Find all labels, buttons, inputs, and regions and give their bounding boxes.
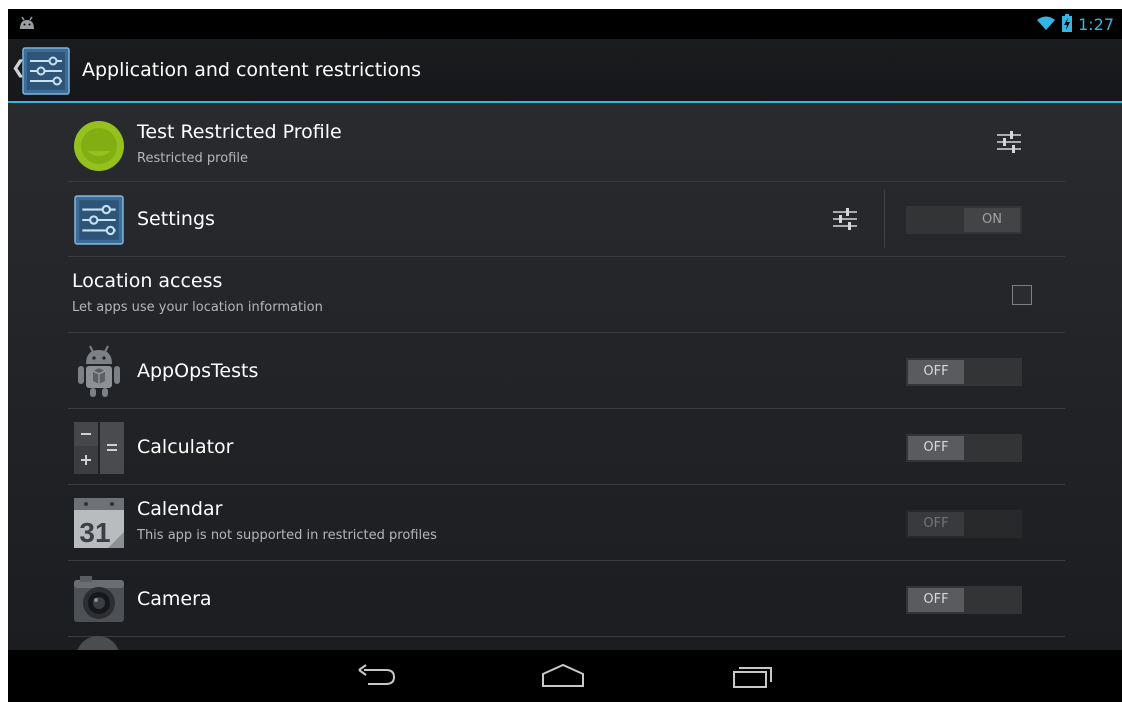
app-toggle-switch[interactable]: ON (906, 206, 1022, 234)
back-icon[interactable] (356, 662, 398, 694)
navigation-bar (8, 650, 1122, 702)
calendar-icon: 31 (74, 498, 124, 552)
app-row-calculator[interactable]: Calculator OFF (68, 410, 1065, 485)
location-checkbox[interactable] (1012, 285, 1032, 305)
profile-name: Test Restricted Profile (137, 121, 342, 143)
settings-sliders-icon[interactable] (22, 47, 70, 99)
app-row-camera[interactable]: Camera OFF (68, 562, 1065, 637)
calculator-icon (74, 422, 124, 478)
app-toggle-switch[interactable]: OFF (906, 358, 1022, 386)
switch-thumb-label: OFF (908, 436, 964, 460)
android-notification-icon (18, 15, 36, 34)
android-robot-icon (74, 344, 124, 402)
device-screen: 1:27 ❮ Application and content restricti… (8, 9, 1122, 702)
switch-thumb-label: OFF (908, 360, 964, 384)
settings-app-icon (74, 195, 124, 249)
app-toggle-switch: OFF (906, 510, 1022, 538)
app-toggle-switch[interactable]: OFF (906, 586, 1022, 614)
location-summary: Let apps use your location information (72, 300, 323, 315)
switch-thumb-label: ON (964, 208, 1020, 232)
app-row-appopstests[interactable]: AppOpsTests OFF (68, 334, 1065, 409)
page-title: Application and content restrictions (82, 59, 422, 81)
profile-summary: Restricted profile (137, 151, 248, 166)
location-title: Location access (72, 270, 223, 292)
switch-thumb-label: OFF (908, 588, 964, 612)
app-label: Camera (137, 588, 212, 610)
divider (884, 190, 885, 248)
app-label: Calculator (137, 436, 234, 458)
profile-row[interactable]: Test Restricted Profile Restricted profi… (68, 109, 1065, 182)
next-app-icon (76, 636, 120, 650)
app-row-calendar[interactable]: 31 Calendar This app is not supported in… (68, 486, 1065, 561)
app-label: Calendar (137, 498, 223, 520)
app-label: AppOpsTests (137, 360, 259, 382)
wifi-icon (1036, 15, 1056, 35)
app-summary: This app is not supported in restricted … (137, 528, 437, 543)
app-toggle-switch[interactable]: OFF (906, 434, 1022, 462)
app-label: Settings (137, 208, 215, 230)
action-bar: ❮ Application and content restrictions (8, 39, 1122, 101)
camera-icon (74, 576, 124, 626)
status-indicators: 1:27 (1036, 14, 1114, 36)
battery-charging-icon (1062, 14, 1073, 36)
profile-avatar-icon (74, 121, 124, 175)
restriction-settings-icon[interactable] (994, 127, 1024, 161)
restriction-settings-icon[interactable] (830, 204, 860, 238)
restrictions-list: Test Restricted Profile Restricted profi… (8, 103, 1122, 650)
location-access-row[interactable]: Location access Let apps use your locati… (68, 258, 1065, 333)
clock: 1:27 (1078, 15, 1114, 34)
switch-thumb-label: OFF (908, 512, 964, 536)
status-bar: 1:27 (8, 9, 1122, 39)
calendar-day-number: 31 (79, 517, 110, 548)
app-row-settings[interactable]: Settings ON (68, 182, 1065, 257)
home-icon[interactable] (541, 662, 585, 694)
recent-apps-icon[interactable] (732, 662, 774, 694)
